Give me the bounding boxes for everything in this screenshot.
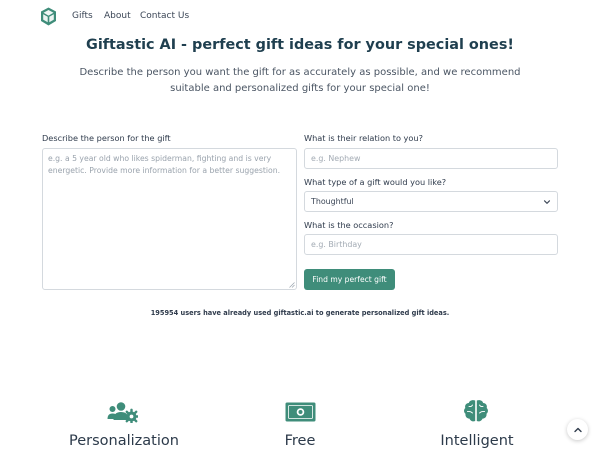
users-count-text: 195954 users have already used giftastic…: [150, 309, 450, 317]
feature-free-label: Free: [284, 433, 316, 449]
chevron-up-icon: [573, 427, 582, 432]
nav-link-contact-us[interactable]: Contact Us: [140, 11, 189, 21]
gift-type-select[interactable]: Thoughtful: [304, 191, 558, 212]
gift-type-label: What type of a gift would you like?: [304, 177, 447, 187]
scroll-to-top-button[interactable]: [567, 419, 588, 440]
gift-type-selected-value: Thoughtful: [311, 197, 354, 206]
description-label: Describe the person for the gift: [42, 133, 171, 143]
resize-handle-icon[interactable]: [289, 282, 295, 288]
chevron-down-icon: [543, 200, 551, 204]
money-bill-icon: [285, 402, 316, 422]
description-textarea[interactable]: [42, 148, 297, 290]
page-subtitle: Describe the person you want the gift fo…: [79, 67, 521, 94]
occasion-label: What is the occasion?: [304, 220, 394, 230]
feature-intelligent-label: Intelligent: [440, 433, 514, 449]
find-gift-button[interactable]: Find my perfect gift: [304, 269, 395, 290]
nav-link-gifts[interactable]: Gifts: [72, 11, 93, 21]
brain-icon: [464, 400, 488, 422]
users-cog-icon: [107, 402, 138, 423]
nav-link-about[interactable]: About: [104, 11, 131, 21]
gift-box-logo-icon[interactable]: [40, 7, 57, 26]
navbar: Gifts About Contact Us: [0, 0, 600, 34]
relation-input[interactable]: [304, 148, 558, 169]
page-title: Giftastic AI - perfect gift ideas for yo…: [86, 37, 514, 53]
relation-label: What is their relation to you?: [304, 133, 423, 143]
occasion-input[interactable]: [304, 234, 558, 255]
feature-personalization-label: Personalization: [69, 433, 179, 449]
